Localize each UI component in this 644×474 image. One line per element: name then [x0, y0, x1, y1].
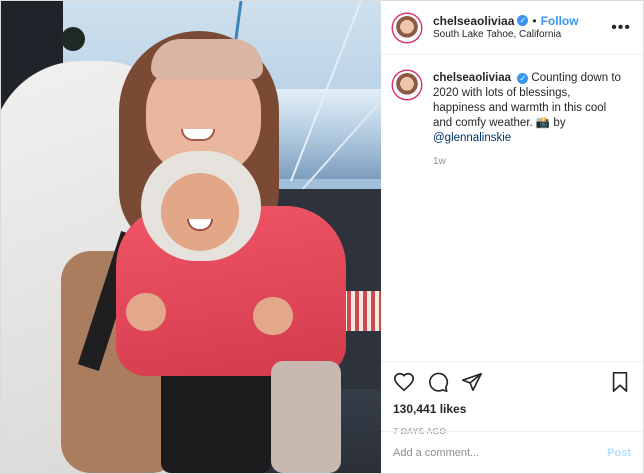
- more-options-icon[interactable]: •••: [611, 19, 631, 37]
- caption-timestamp: 1w: [433, 156, 446, 167]
- child-hand-right: [253, 297, 293, 335]
- likes-count[interactable]: 130,441 likes: [393, 402, 631, 416]
- comment-icon[interactable]: [427, 371, 449, 393]
- bookmark-icon[interactable]: [609, 371, 631, 393]
- share-icon[interactable]: [461, 371, 483, 393]
- user-row: chelseaoliviaa ✓ • Follow: [433, 14, 579, 28]
- child-hand-left: [126, 293, 166, 331]
- post-comment-button[interactable]: Post: [607, 447, 631, 459]
- post-header: chelseaoliviaa ✓ • Follow South Lake Tah…: [381, 1, 643, 55]
- comments-section: chelseaoliviaa ✓ Counting down to 2020 w…: [381, 55, 643, 361]
- add-comment-bar: Post: [381, 431, 643, 473]
- knit-headband: [151, 39, 263, 79]
- mention-link[interactable]: @glennalinskie: [433, 132, 511, 144]
- instagram-post: chelseaoliviaa ✓ • Follow South Lake Tah…: [0, 0, 644, 474]
- action-icons: [393, 370, 631, 394]
- caption-body: chelseaoliviaa ✓ Counting down to 2020 w…: [433, 71, 623, 167]
- comment-input[interactable]: [393, 446, 608, 459]
- heart-icon[interactable]: [393, 371, 415, 393]
- caption-text: chelseaoliviaa ✓ Counting down to 2020 w…: [433, 71, 623, 146]
- caption: chelseaoliviaa ✓ Counting down to 2020 w…: [393, 71, 631, 167]
- post-photo[interactable]: [1, 1, 381, 473]
- verified-badge-icon: ✓: [517, 15, 529, 26]
- caption-avatar[interactable]: [393, 71, 421, 99]
- separator-dot: •: [532, 13, 537, 28]
- caption-verified-badge-icon: ✓: [517, 73, 529, 84]
- location-link[interactable]: South Lake Tahoe, California: [433, 28, 579, 42]
- caption-username-link[interactable]: chelseaoliviaa: [433, 72, 511, 84]
- header-text: chelseaoliviaa ✓ • Follow South Lake Tah…: [433, 14, 579, 42]
- avatar[interactable]: [393, 13, 421, 42]
- child-face: [161, 173, 239, 251]
- child-leggings: [271, 361, 341, 473]
- post-sidebar: chelseaoliviaa ✓ • Follow South Lake Tah…: [381, 1, 643, 473]
- follow-button[interactable]: Follow: [541, 14, 579, 28]
- username-link[interactable]: chelseaoliviaa: [433, 14, 514, 28]
